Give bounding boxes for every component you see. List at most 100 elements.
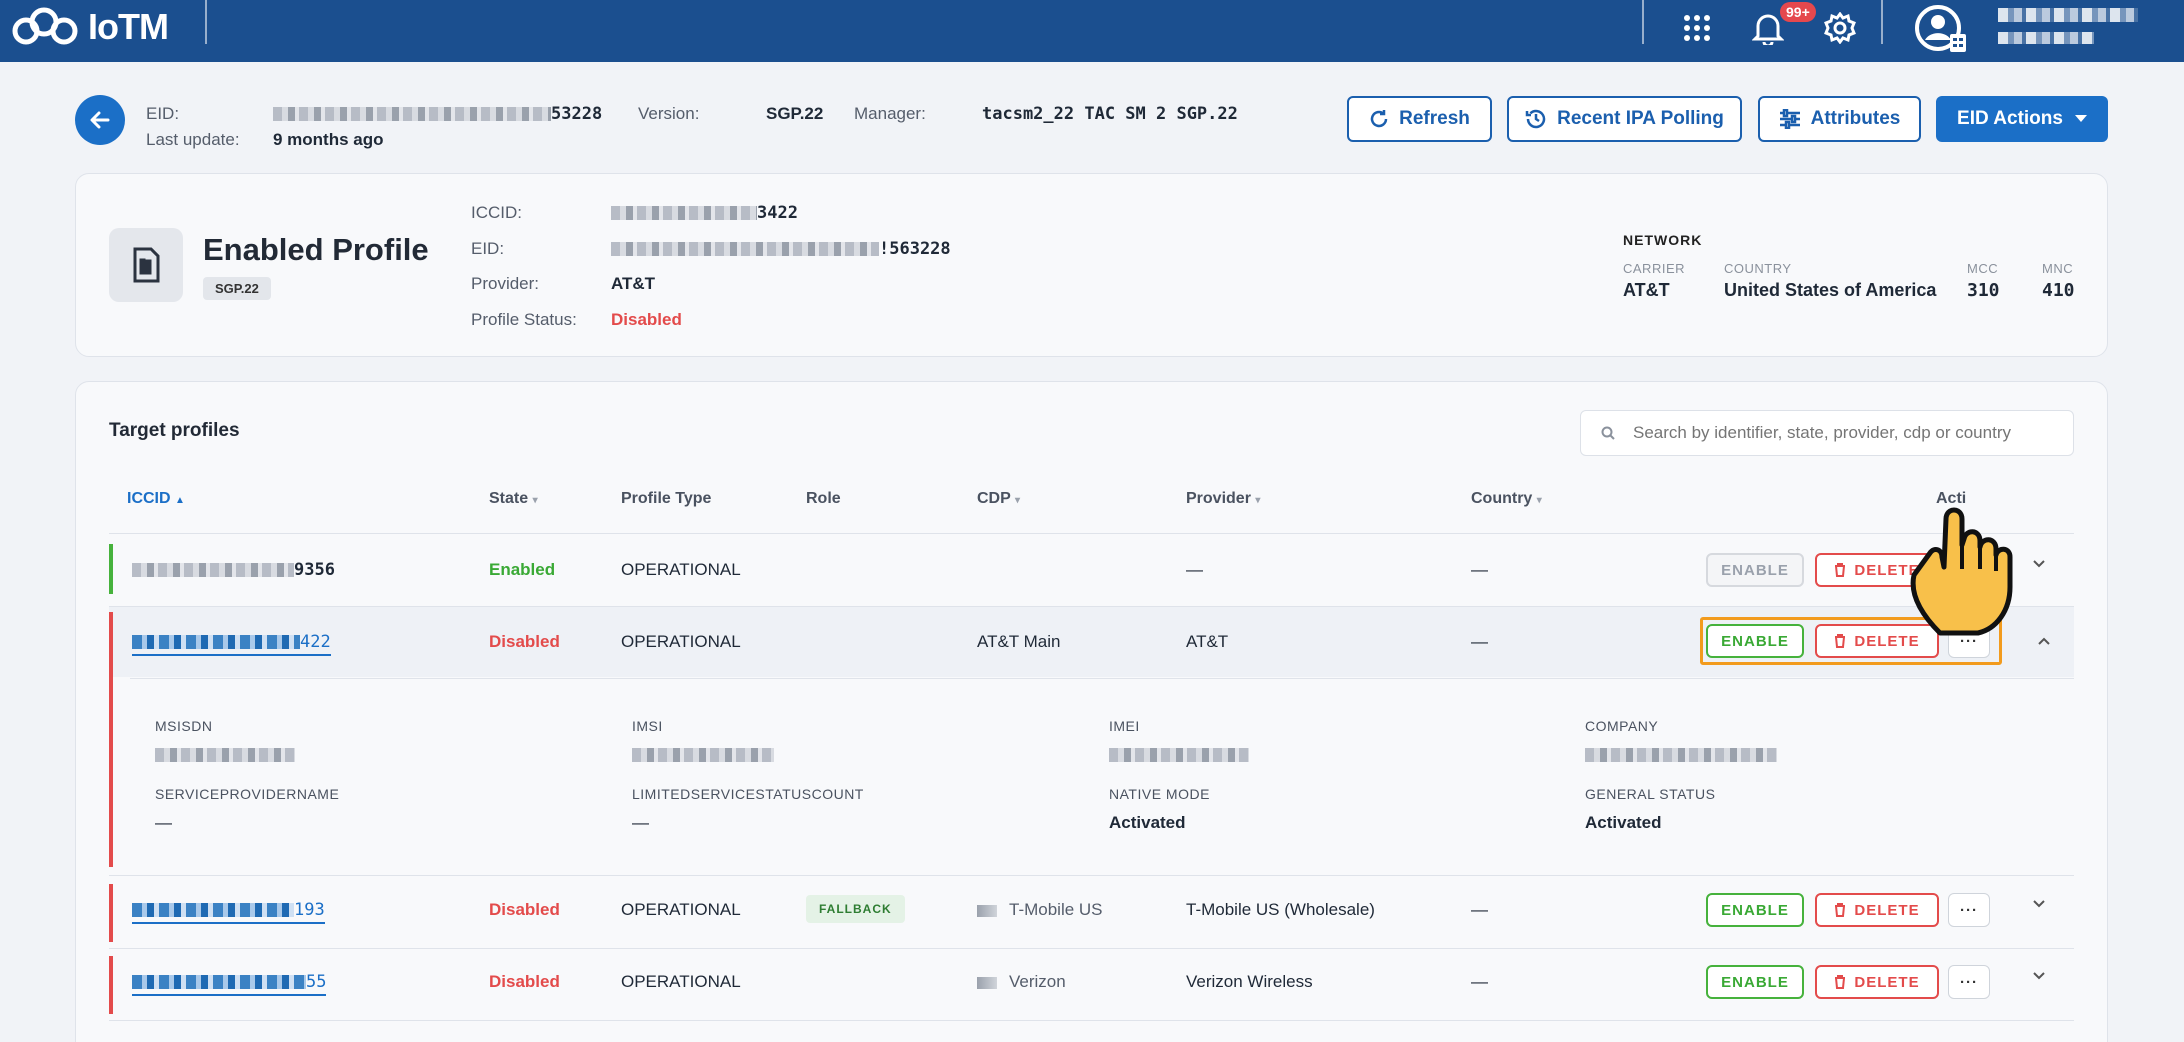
profile-status-value: Disabled [611, 310, 682, 329]
row-4-cdp: Verizon [977, 972, 1066, 992]
profile-search-box[interactable] [1580, 410, 2074, 456]
trash-icon [1835, 975, 1846, 989]
chevron-down-icon[interactable] [2028, 893, 2050, 915]
column-header-profile-type: Profile Type [621, 490, 712, 507]
settings-gear-icon[interactable] [1822, 10, 1858, 46]
column-header-role: Role [806, 490, 841, 507]
row-4-enable-button[interactable]: ENABLE [1706, 965, 1804, 999]
imsi-redacted [632, 748, 774, 762]
version-value: SGP.22 [766, 104, 824, 123]
sliders-icon [1779, 109, 1800, 129]
apps-grid-icon[interactable] [1679, 10, 1715, 46]
nav-divider [1642, 0, 1644, 44]
notification-count-badge: 99+ [1780, 2, 1816, 22]
row-4-delete-button[interactable]: DELETE [1815, 965, 1939, 999]
row-4-iccid-link[interactable]: 55 [132, 972, 327, 996]
native-mode-label: NATIVE MODE [1109, 786, 1210, 802]
provider-header-label: Provider [1186, 490, 1251, 507]
limited-service-status-count-value: — [632, 813, 649, 832]
mnc-label: MNC [2042, 261, 2074, 276]
native-mode-value: Activated [1109, 813, 1186, 832]
column-header-state[interactable]: State ▾ [489, 490, 538, 508]
imei-label: IMEI [1109, 718, 1140, 734]
cdp-name: Verizon [1009, 972, 1066, 991]
column-header-country[interactable]: Country ▾ [1471, 490, 1542, 508]
row-1-enable-button[interactable]: ENABLE [1706, 553, 1804, 587]
enable-label: ENABLE [1721, 901, 1789, 919]
refresh-button[interactable]: Refresh [1347, 96, 1492, 142]
back-button[interactable] [75, 95, 125, 145]
recent-ipa-polling-button[interactable]: Recent IPA Polling [1507, 96, 1742, 142]
row-3-country: — [1471, 900, 1488, 919]
row-2-iccid-link[interactable]: 422 [132, 632, 331, 656]
user-org-redacted [1998, 32, 2094, 44]
row-3-state: Disabled [489, 900, 560, 919]
history-clock-icon [1525, 109, 1546, 129]
column-header-cdp[interactable]: CDP ▾ [977, 490, 1020, 508]
row-status-bar-disabled [109, 956, 113, 1014]
chevron-down-icon[interactable] [2028, 965, 2050, 987]
profile-eid-value: !563228 [611, 239, 951, 259]
row-2-cdp: AT&T Main [977, 632, 1061, 651]
version-label: Version: [638, 104, 700, 123]
company-label: COMPANY [1585, 718, 1659, 734]
company-redacted [1585, 748, 1777, 762]
detail-divider [130, 678, 2074, 679]
row-2-profile-type: OPERATIONAL [621, 632, 741, 651]
iccid-redacted [132, 903, 294, 917]
row-4-more-actions-button[interactable]: ··· [1948, 965, 1990, 999]
enabled-profile-title: Enabled Profile [203, 232, 429, 267]
iccid-link-underline: 422 [132, 632, 331, 656]
msisdn-redacted [155, 748, 295, 762]
cdp-logo-icon [977, 904, 997, 917]
trash-icon [1835, 903, 1846, 917]
country-header-label: Country [1471, 490, 1533, 507]
row-4-provider: Verizon Wireless [1186, 972, 1313, 991]
search-icon [1601, 426, 1615, 440]
role-fallback-badge: FALLBACK [806, 895, 905, 923]
row-3-cdp: T-Mobile US [977, 900, 1103, 920]
row-3-more-actions-button[interactable]: ··· [1948, 893, 1990, 927]
carrier-label: CARRIER [1623, 261, 1686, 276]
sim-card-icon [109, 228, 183, 302]
row-3-iccid-link[interactable]: 193 [132, 900, 325, 924]
search-input[interactable] [1633, 423, 2053, 443]
column-header-iccid[interactable]: ICCID ▲ [127, 490, 185, 508]
arrow-left-icon [90, 111, 110, 129]
row-1-provider: — [1186, 560, 1203, 579]
mnc-value: 410 [2042, 280, 2075, 301]
pointing-hand-cursor-icon [1910, 507, 2013, 636]
nav-divider [1881, 0, 1883, 44]
last-update-label: Last update: [146, 130, 240, 149]
user-name-redacted [1998, 8, 2138, 22]
network-heading: NETWORK [1623, 232, 1703, 248]
service-provider-name-label: SERVICEPROVIDERNAME [155, 786, 340, 802]
country-label: COUNTRY [1724, 261, 1792, 276]
column-header-provider[interactable]: Provider ▾ [1186, 490, 1260, 508]
imei-redacted [1109, 748, 1249, 762]
row-divider [109, 948, 2074, 949]
eid-label: EID: [146, 104, 180, 123]
delete-label: DELETE [1854, 901, 1920, 919]
carrier-value: AT&T [1623, 280, 1670, 300]
user-avatar-icon[interactable] [1914, 2, 1968, 56]
country-value: United States of America [1724, 280, 1937, 300]
row-3-enable-button[interactable]: ENABLE [1706, 893, 1804, 927]
refresh-label: Refresh [1399, 108, 1470, 129]
row-1-country: — [1471, 560, 1488, 579]
row-status-bar-enabled [109, 544, 113, 594]
mcc-label: MCC [1967, 261, 1999, 276]
row-3-provider: T-Mobile US (Wholesale) [1186, 900, 1375, 919]
iotm-logo[interactable]: IoTM [10, 6, 169, 48]
nav-divider [205, 0, 207, 44]
attributes-button[interactable]: Attributes [1758, 96, 1921, 142]
row-3-profile-type: OPERATIONAL [621, 900, 741, 919]
target-profiles-title: Target profiles [109, 420, 240, 441]
iccid-redacted [611, 206, 757, 220]
eid-actions-dropdown[interactable]: EID Actions [1936, 96, 2108, 142]
row-4-country: — [1471, 972, 1488, 991]
row-3-delete-button[interactable]: DELETE [1815, 893, 1939, 927]
mcc-value: 310 [1967, 280, 2000, 301]
iccid-link-underline: 55 [132, 972, 327, 996]
service-provider-name-value: — [155, 813, 172, 832]
